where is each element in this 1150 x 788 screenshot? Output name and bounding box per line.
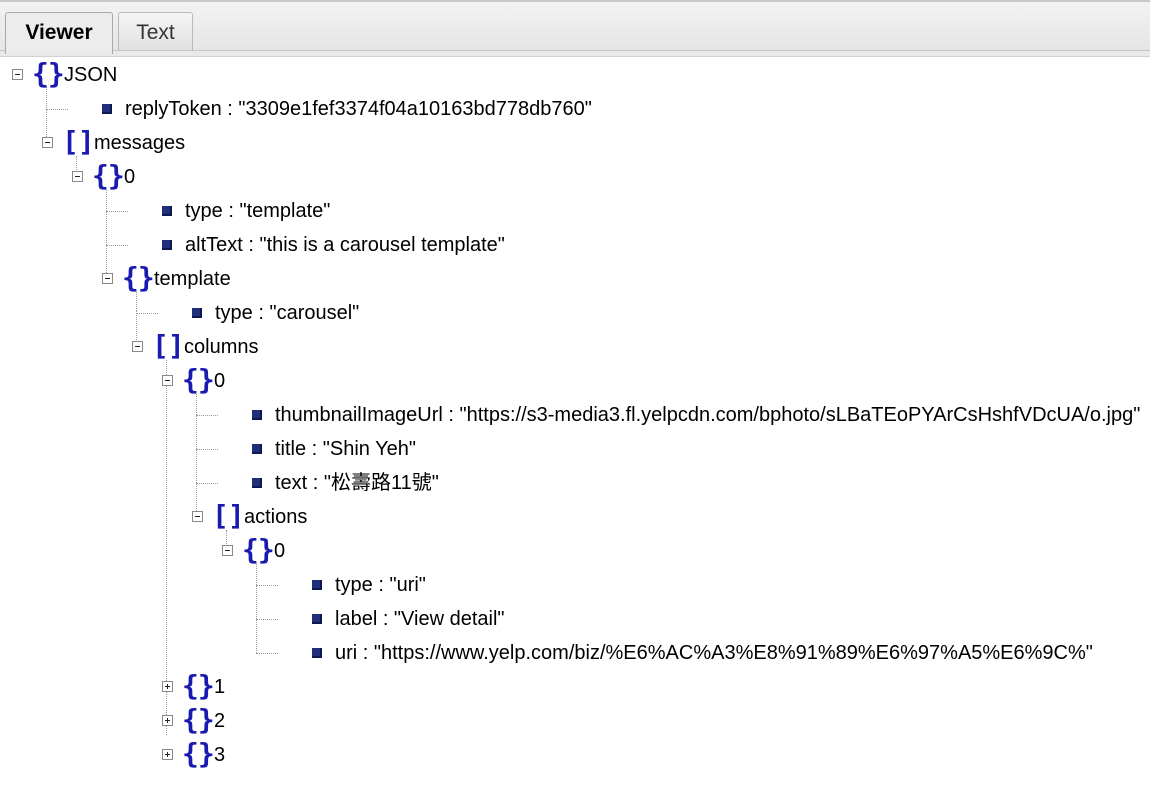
tree-node-label[interactable]: 0: [274, 539, 285, 563]
tree-node-label[interactable]: type : "carousel": [215, 301, 359, 325]
tree-node-label[interactable]: 1: [214, 675, 225, 699]
collapse-toggle-icon[interactable]: [102, 273, 113, 284]
tree-node-label[interactable]: text : "松壽路11號": [275, 471, 439, 495]
tree-node-label[interactable]: thumbnailImageUrl : "https://s3-media3.f…: [275, 403, 1140, 427]
tree-node-label[interactable]: actions: [244, 505, 307, 529]
collapse-toggle-icon[interactable]: [72, 171, 83, 182]
tree-connector: [196, 483, 218, 484]
tree-node-label[interactable]: columns: [184, 335, 258, 359]
collapse-toggle-icon[interactable]: [132, 341, 143, 352]
tree-connector: [256, 585, 278, 586]
tree-connector: [196, 449, 218, 450]
tree-node-label[interactable]: altText : "this is a carousel template": [185, 233, 505, 257]
curly-braces-icon: {}: [32, 57, 65, 90]
tree-connector: [106, 245, 128, 246]
square-brackets-icon: []: [62, 125, 95, 158]
tree-node-label[interactable]: 0: [124, 165, 135, 189]
leaf-value-icon: [192, 308, 202, 318]
tree-node-label[interactable]: 2: [214, 709, 225, 733]
leaf-value-icon: [252, 444, 262, 454]
expand-toggle-icon[interactable]: [162, 749, 173, 760]
curly-braces-icon: {}: [92, 159, 125, 192]
tab-viewer[interactable]: Viewer: [5, 12, 113, 54]
square-brackets-icon: []: [212, 499, 245, 532]
tree-connector: [256, 653, 278, 654]
collapse-toggle-icon[interactable]: [192, 511, 203, 522]
tree-node-label[interactable]: type : "uri": [335, 573, 426, 597]
curly-braces-icon: {}: [122, 261, 155, 294]
collapse-toggle-icon[interactable]: [42, 137, 53, 148]
leaf-value-icon: [252, 410, 262, 420]
tab-bar: Viewer Text: [0, 0, 1150, 57]
curly-braces-icon: {}: [242, 533, 275, 566]
tree-connector: [136, 292, 137, 311]
leaf-value-icon: [312, 648, 322, 658]
leaf-value-icon: [252, 478, 262, 488]
collapse-toggle-icon[interactable]: [12, 69, 23, 80]
tree-node-label[interactable]: title : "Shin Yeh": [275, 437, 416, 461]
tree-connector: [166, 360, 167, 735]
tree-node-label[interactable]: 3: [214, 743, 225, 767]
tree-node-label[interactable]: replyToken : "3309e1fef3374f04a10163bd77…: [125, 97, 592, 121]
tree-connector: [256, 619, 278, 620]
tree-connector: [196, 394, 197, 515]
json-tree: {} JSON replyToken : "3309e1fef3374f04a101…: [0, 57, 1150, 788]
curly-braces-icon: {}: [182, 703, 215, 736]
tree-connector: [196, 415, 218, 416]
leaf-value-icon: [102, 104, 112, 114]
tree-node-label[interactable]: uri : "https://www.yelp.com/biz/%E6%AC%A…: [335, 641, 1093, 665]
tree-connector: [46, 109, 68, 110]
leaf-value-icon: [162, 240, 172, 250]
leaf-value-icon: [162, 206, 172, 216]
curly-braces-icon: {}: [182, 363, 215, 396]
leaf-value-icon: [312, 580, 322, 590]
tree-node-label[interactable]: type : "template": [185, 199, 330, 223]
tab-text[interactable]: Text: [118, 12, 193, 52]
expand-toggle-icon[interactable]: [162, 715, 173, 726]
tree-connector: [136, 313, 158, 314]
tab-divider: [0, 50, 1150, 57]
collapse-toggle-icon[interactable]: [162, 375, 173, 386]
tree-connector: [256, 564, 257, 653]
leaf-value-icon: [312, 614, 322, 624]
tree-node-label[interactable]: template: [154, 267, 231, 291]
tree-connector: [106, 211, 128, 212]
tree-connector: [106, 190, 107, 279]
curly-braces-icon: {}: [182, 669, 215, 702]
expand-toggle-icon[interactable]: [162, 681, 173, 692]
tree-node-label[interactable]: JSON: [64, 63, 117, 87]
tree-node-label[interactable]: messages: [94, 131, 185, 155]
collapse-toggle-icon[interactable]: [222, 545, 233, 556]
tree-node-label[interactable]: label : "View detail": [335, 607, 504, 631]
curly-braces-icon: {}: [182, 737, 215, 770]
tree-node-label[interactable]: 0: [214, 369, 225, 393]
square-brackets-icon: []: [152, 329, 185, 362]
